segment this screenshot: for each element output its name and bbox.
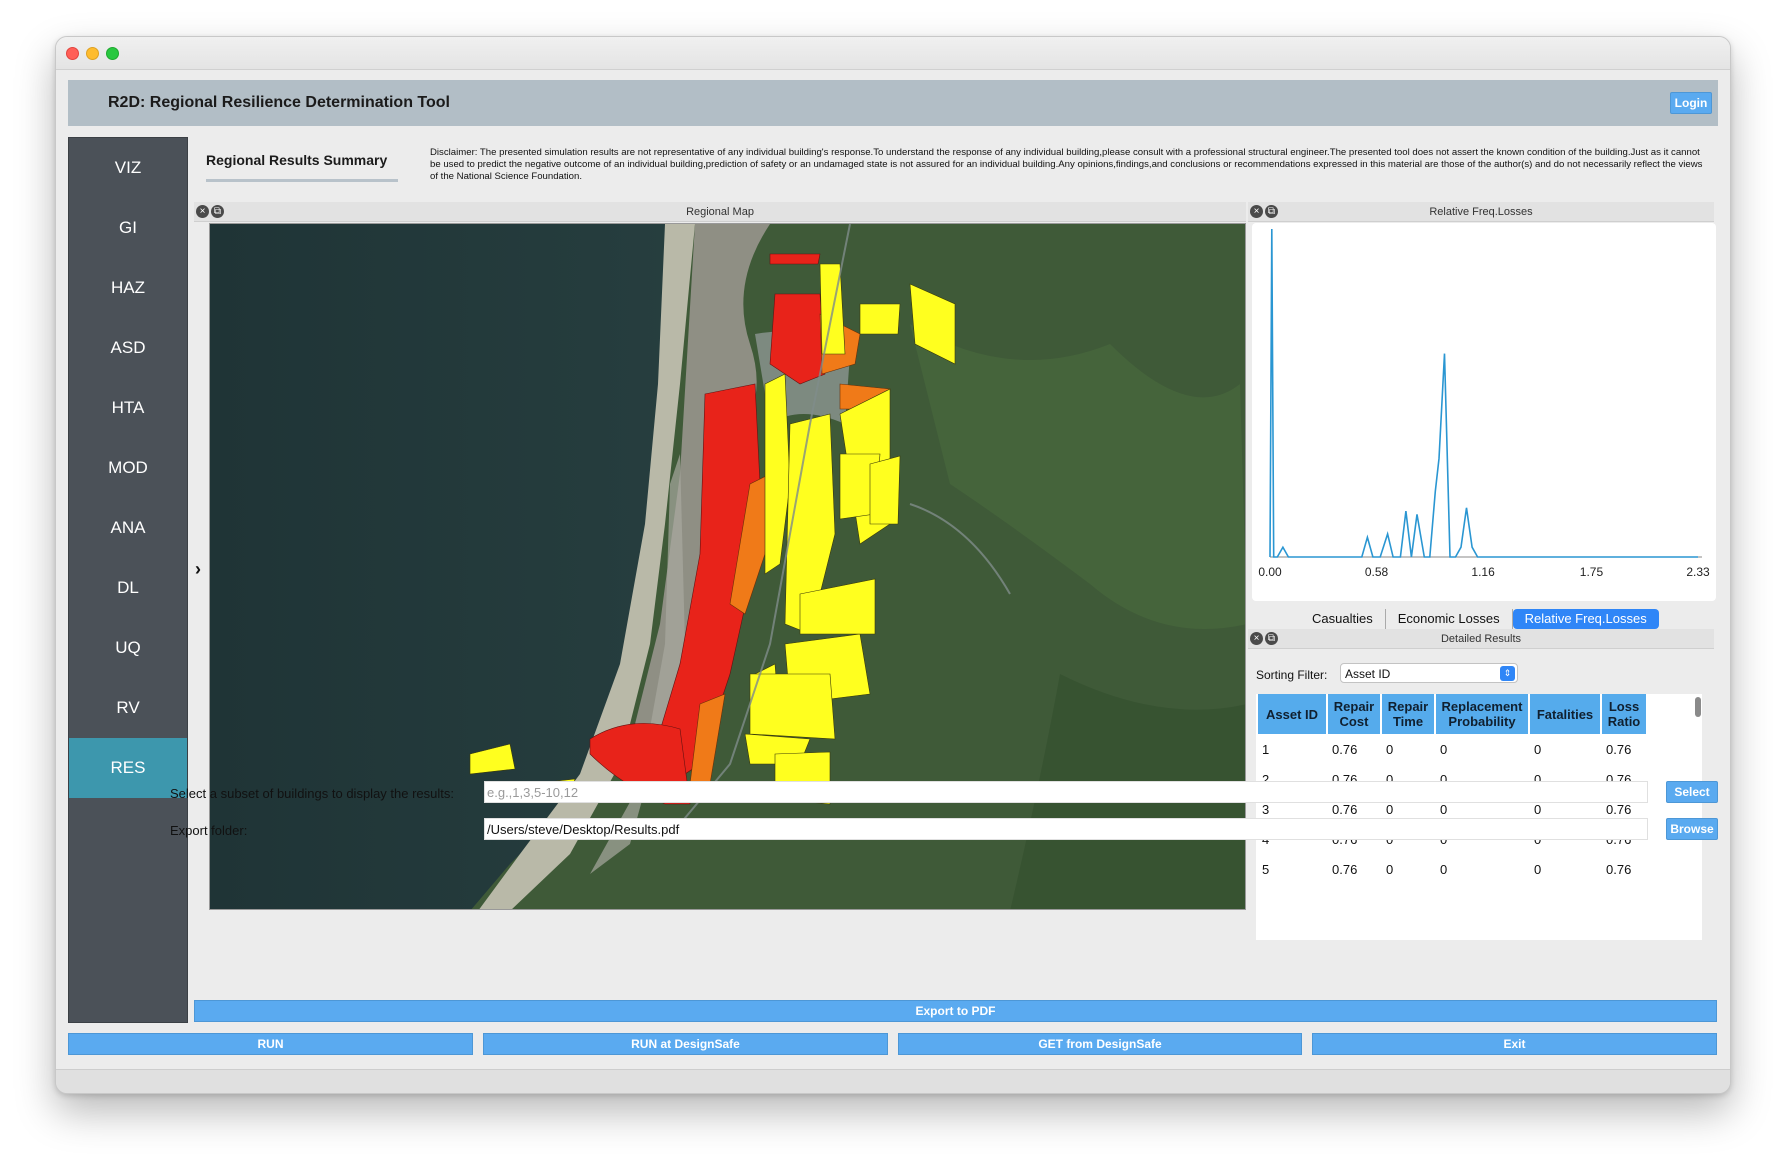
sidebar-item-ana[interactable]: ANA	[69, 498, 187, 558]
column-header-label: Fatalities	[1536, 706, 1594, 722]
chart-tab-bar: Casualties Economic Losses Relative Freq.L…	[1300, 609, 1659, 629]
sidebar: VIZ GI HAZ ASD HTA MOD ANA DL UQ RV RES	[68, 137, 188, 1023]
export-folder-input[interactable]: /Users/steve/Desktop/Results.pdf	[484, 818, 1648, 840]
tab-regional-results-summary[interactable]: Regional Results Summary	[206, 148, 398, 182]
subset-label: Select a subset of buildings to display …	[170, 786, 454, 801]
x-tick-label: 1.75	[1580, 565, 1604, 579]
results-panel-titlebar: × ⧉ Detailed Results	[1248, 629, 1714, 649]
app-title: R2D: Regional Resilience Determination T…	[108, 94, 450, 111]
column-header-label: Time	[1392, 714, 1424, 729]
sorting-filter-label: Sorting Filter:	[1256, 668, 1328, 682]
table-cell: 0.76	[1606, 861, 1632, 877]
column-header-label: Loss	[1608, 699, 1640, 714]
table-row[interactable]: 5 0.76 0 0 0 0.76	[1258, 854, 1646, 884]
minimize-window-button[interactable]	[86, 47, 99, 60]
browse-button[interactable]: Browse	[1666, 818, 1718, 840]
column-header[interactable]: Loss Ratio	[1602, 694, 1646, 734]
column-header-label: Asset ID	[1265, 706, 1319, 722]
chart-svg: 0.00 0.58 1.16 1.75 2.33	[1258, 228, 1710, 579]
window-status-bar	[56, 1069, 1730, 1093]
column-header-label: Probability	[1448, 714, 1516, 729]
column-header-label: Repair	[1333, 699, 1375, 714]
table-row[interactable]: 1 0.76 0 0 0 0.76	[1258, 734, 1646, 764]
column-header[interactable]: Asset ID	[1258, 694, 1326, 734]
chart-panel-titlebar: × ⧉ Relative Freq.Losses	[1248, 202, 1714, 222]
column-header-label: Repair	[1387, 699, 1429, 714]
column-header-label: Ratio	[1607, 714, 1641, 729]
x-tick-label: 1.16	[1471, 565, 1495, 579]
sidebar-item-mod[interactable]: MOD	[69, 438, 187, 498]
zoom-window-button[interactable]	[106, 47, 119, 60]
results-panel-title: Detailed Results	[1440, 633, 1522, 645]
x-tick-label: 0.58	[1365, 565, 1389, 579]
login-button[interactable]: Login	[1670, 92, 1712, 114]
column-header[interactable]: Replacement Probability	[1436, 694, 1528, 734]
x-tick-label: 0.00	[1258, 565, 1282, 579]
sidebar-item-hta[interactable]: HTA	[69, 378, 187, 438]
export-folder-label: Export folder:	[170, 823, 248, 838]
run-button[interactable]: RUN	[68, 1033, 473, 1055]
table-cell: 0.76	[1332, 861, 1358, 877]
sidebar-item-rv[interactable]: RV	[69, 678, 187, 738]
table-cell: 0	[1440, 741, 1448, 757]
table-cell: 0	[1386, 741, 1394, 757]
chart-tab-economic-losses[interactable]: Economic Losses	[1386, 609, 1513, 629]
updown-chevron-icon: ⇕	[1500, 666, 1515, 681]
chart-tab-relative-freq-losses[interactable]: Relative Freq.Losses	[1512, 609, 1659, 629]
app-header: R2D: Regional Resilience Determination T…	[68, 80, 1718, 126]
column-header[interactable]: Repair Cost	[1328, 694, 1380, 734]
subset-input[interactable]: e.g.,1,3,5-10,12	[484, 781, 1648, 803]
sorting-filter-value: Asset ID	[1345, 667, 1391, 681]
table-cell: 1	[1262, 741, 1270, 757]
disclaimer-text: Disclaimer: The presented simulation res…	[430, 147, 1703, 182]
results-table-header: Asset ID Repair Cost Repair Time Replacement P…	[1258, 694, 1646, 734]
sidebar-item-uq[interactable]: UQ	[69, 618, 187, 678]
table-cell: 0	[1440, 861, 1448, 877]
sidebar-item-asd[interactable]: ASD	[69, 318, 187, 378]
table-cell: 0	[1534, 741, 1542, 757]
table-cell: 5	[1262, 861, 1270, 877]
map-canvas	[210, 224, 1245, 909]
sidebar-item-dl[interactable]: DL	[69, 558, 187, 618]
results-table-container[interactable]: Asset ID Repair Cost Repair Time Replacement P…	[1256, 694, 1702, 940]
get-from-designsafe-button[interactable]: GET from DesignSafe	[898, 1033, 1302, 1055]
exit-button[interactable]: Exit	[1312, 1033, 1717, 1055]
column-header[interactable]: Repair Time	[1382, 694, 1434, 734]
window-titlebar	[56, 37, 1730, 70]
sidebar-item-viz[interactable]: VIZ	[69, 138, 187, 198]
select-button[interactable]: Select	[1666, 781, 1718, 803]
sidebar-item-haz[interactable]: HAZ	[69, 258, 187, 318]
x-tick-label: 2.33	[1686, 565, 1710, 579]
table-cell: 0.76	[1606, 741, 1632, 757]
close-window-button[interactable]	[66, 47, 79, 60]
column-header[interactable]: Fatalities	[1530, 694, 1600, 734]
map-panel-titlebar: × ⧉ Regional Map	[194, 202, 1246, 222]
sorting-filter-select[interactable]: Asset ID ⇕	[1340, 663, 1518, 683]
export-to-pdf-button[interactable]: Export to PDF	[194, 1000, 1717, 1022]
table-cell: 0	[1534, 861, 1542, 877]
table-cell: 0.76	[1332, 741, 1358, 757]
chevron-right-icon[interactable]: ›	[195, 559, 201, 580]
results-scrollbar[interactable]	[1695, 697, 1701, 717]
table-cell: 0	[1386, 861, 1394, 877]
app-window: R2D: Regional Resilience Determination T…	[55, 36, 1731, 1094]
regional-map[interactable]	[209, 223, 1246, 910]
column-header-label: Cost	[1339, 714, 1369, 729]
relative-freq-losses-chart: 0.00 0.58 1.16 1.75 2.33	[1252, 223, 1716, 601]
run-at-designsafe-button[interactable]: RUN at DesignSafe	[483, 1033, 888, 1055]
chart-tab-casualties[interactable]: Casualties	[1300, 609, 1386, 629]
series-line	[1269, 228, 1698, 558]
column-header-label: Replacement	[1441, 699, 1523, 714]
sidebar-item-gi[interactable]: GI	[69, 198, 187, 258]
results-table-body: 10.760000.7620.760000.7630.760000.7640.7…	[1258, 734, 1646, 884]
chart-panel-title: Relative Freq.Losses	[1429, 206, 1533, 218]
map-panel-title: Regional Map	[686, 206, 754, 218]
